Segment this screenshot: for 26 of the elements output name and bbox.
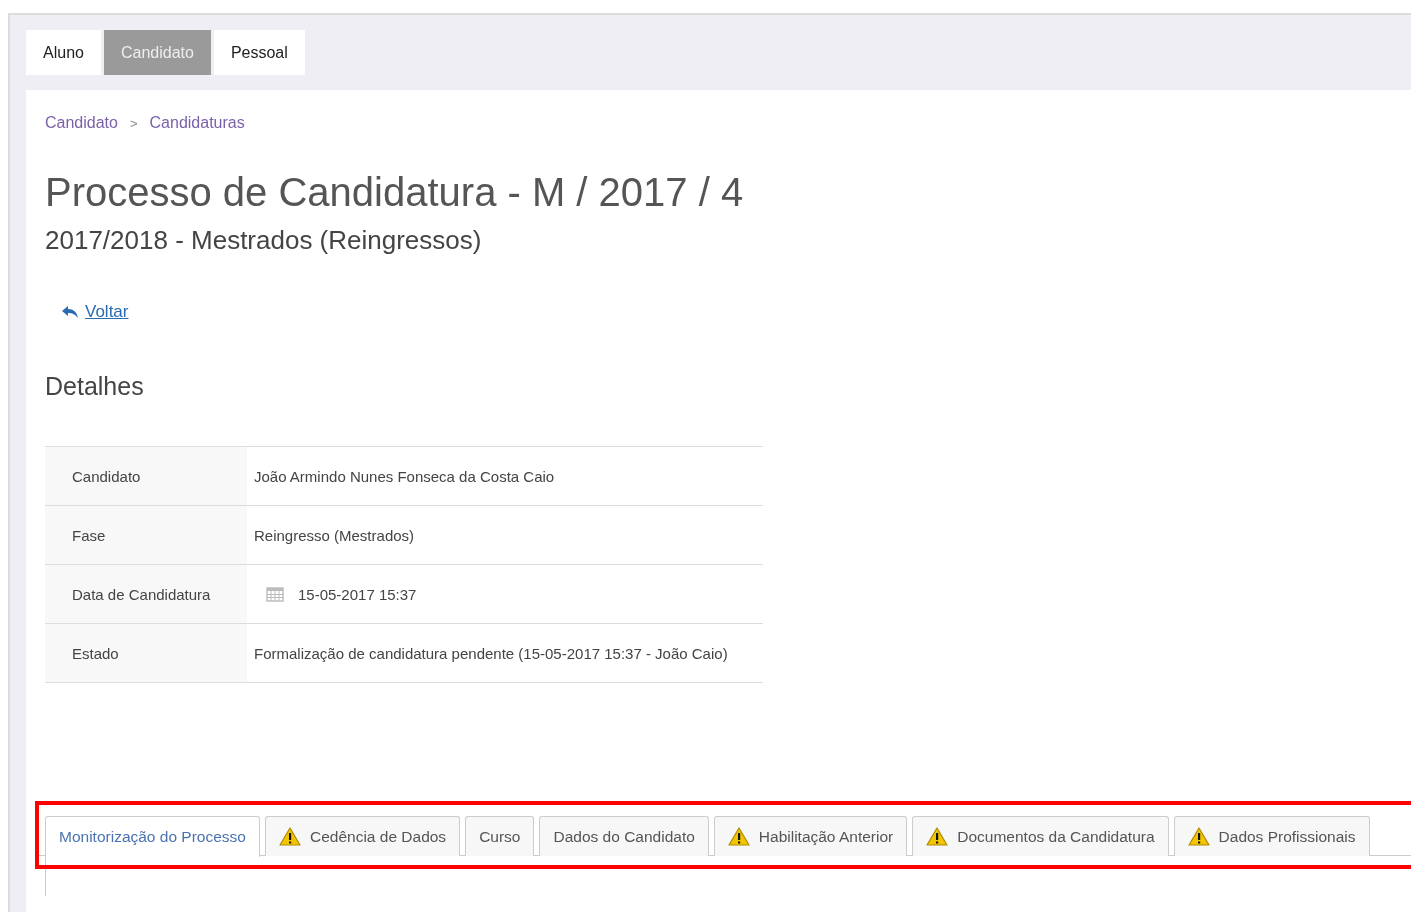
breadcrumb-separator: > xyxy=(129,115,138,131)
section-tab[interactable]: Cedência de Dados xyxy=(264,816,461,856)
nav-tab[interactable]: Pessoal xyxy=(213,30,305,75)
detail-label: Candidato xyxy=(45,447,247,505)
detail-value: Formalização de candidatura pendente (15-05-2017 15:37 - João Caio) xyxy=(254,644,728,662)
section-tab[interactable]: Dados Profissionais xyxy=(1173,816,1370,856)
detail-value: João Armindo Nunes Fonseca da Costa Caio xyxy=(254,467,555,485)
page-subtitle: 2017/2018 - Mestrados (Reingressos) xyxy=(45,225,483,256)
detail-label: Estado xyxy=(45,624,247,682)
detail-value: Reingresso (Mestrados) xyxy=(254,526,415,544)
reply-arrow-icon xyxy=(61,305,79,319)
section-tab[interactable]: Dados do Candidato xyxy=(539,816,709,856)
section-title: Detalhes xyxy=(45,372,145,401)
detail-label: Fase xyxy=(45,506,247,564)
detail-label: Data de Candidatura xyxy=(45,565,247,623)
breadcrumb-link[interactable]: Candidaturas xyxy=(149,114,245,132)
section-tab[interactable]: Curso xyxy=(465,816,535,856)
back-link[interactable]: Voltar xyxy=(85,302,129,322)
breadcrumb-link[interactable]: Candidato xyxy=(45,114,118,132)
nav-tab[interactable]: Aluno xyxy=(26,30,101,75)
calendar-icon xyxy=(266,586,284,602)
section-tab[interactable]: Habilitação Anterior xyxy=(713,816,908,856)
section-tab[interactable]: Documentos da Candidatura xyxy=(912,816,1169,856)
section-tab[interactable]: Monitorização do Processo xyxy=(45,816,260,857)
detail-value: 15-05-2017 15:37 xyxy=(298,585,417,603)
page-title: Processo de Candidatura - M / 2017 / 4 xyxy=(45,170,745,215)
